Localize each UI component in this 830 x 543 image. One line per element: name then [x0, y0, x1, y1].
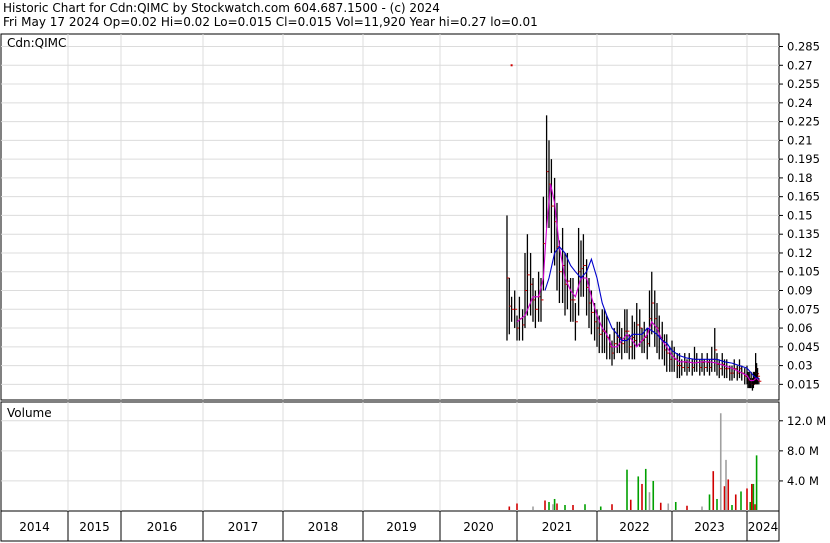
- year-label: 2014: [19, 520, 50, 534]
- year-label: 2019: [386, 520, 417, 534]
- price-tick-label: 0.18: [787, 171, 813, 185]
- outlier-trade-point: [510, 64, 513, 67]
- price-axis-ticks: 0.285 0.27 0.255 0.24 0.225 0.21 0.195 0.18 0.16…: [779, 40, 820, 391]
- volume-panel-frame: [0, 401, 780, 512]
- year-label: 2022: [619, 520, 650, 534]
- price-tick-label: 0.255: [787, 77, 820, 91]
- year-label: 2017: [228, 520, 259, 534]
- historic-chart: 2014 2015 2016 2017 2018 2019 2020 2021 2022 2023…: [0, 33, 826, 542]
- price-tick-label: 0.09: [787, 284, 813, 298]
- year-label: 2020: [463, 520, 494, 534]
- year-label: 2015: [79, 520, 110, 534]
- volume-tick-label: 4.0 M: [787, 474, 819, 488]
- volume-axis-ticks: 12.0 M 8.0 M 4.0 M: [779, 414, 826, 488]
- year-label: 2023: [694, 520, 725, 534]
- year-label: 2016: [147, 520, 178, 534]
- volume-panel-title: Volume: [7, 406, 52, 420]
- year-label: 2018: [308, 520, 339, 534]
- price-tick-label: 0.06: [787, 321, 813, 335]
- price-tick-label: 0.135: [787, 227, 820, 241]
- price-tick-label: 0.105: [787, 265, 820, 279]
- price-tick-label: 0.03: [787, 359, 813, 373]
- price-tick-label: 0.015: [787, 377, 820, 391]
- price-tick-label: 0.165: [787, 190, 820, 204]
- price-tick-label: 0.27: [787, 58, 813, 72]
- price-tick-label: 0.195: [787, 152, 820, 166]
- volume-tick-label: 8.0 M: [787, 444, 819, 458]
- price-tick-label: 0.15: [787, 208, 813, 222]
- price-tick-label: 0.075: [787, 302, 820, 316]
- price-panel-title: Cdn:QIMC: [7, 36, 66, 50]
- price-tick-label: 0.24: [787, 96, 813, 110]
- year-label: 2021: [542, 520, 573, 534]
- year-label: 2024: [748, 520, 779, 534]
- price-tick-label: 0.225: [787, 115, 820, 129]
- price-tick-label: 0.285: [787, 40, 820, 54]
- price-tick-label: 0.045: [787, 340, 820, 354]
- price-tick-label: 0.12: [787, 246, 813, 260]
- price-tick-label: 0.21: [787, 133, 813, 147]
- volume-tick-label: 12.0 M: [787, 414, 826, 428]
